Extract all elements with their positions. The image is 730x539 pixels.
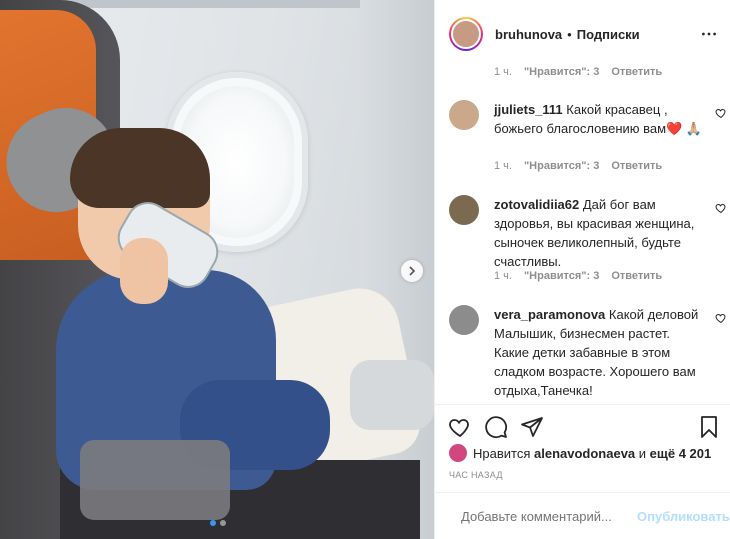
- more-dots-icon: [702, 32, 716, 36]
- comment-item: vera_paramonova Какой деловой Малышик, б…: [449, 305, 726, 398]
- comment-body: vera_paramonova Какой деловой Малышик, б…: [494, 305, 706, 400]
- add-comment-form: Опубликовать: [435, 492, 730, 539]
- likes-summary: Нравится alenavodonaeva и ещё 4 201: [449, 444, 711, 462]
- post-side-panel: bruhunova • Подписки 1 ч. "Нравится": 3 …: [434, 0, 730, 539]
- like-comment-heart-icon[interactable]: [715, 202, 727, 214]
- commenter-username[interactable]: zotovalidiia62: [494, 197, 579, 212]
- carousel-next-button[interactable]: [401, 260, 423, 282]
- commenter-avatar[interactable]: [449, 305, 479, 335]
- comment-input[interactable]: [461, 508, 637, 524]
- comment-body: zotovalidiia62 Дай бог вам здоровья, вы …: [494, 195, 706, 271]
- photo-child-hand: [120, 238, 168, 304]
- comment-meta: 1 ч. "Нравится": 3 Ответить: [494, 270, 662, 282]
- carousel-dot: [210, 520, 216, 526]
- likes-count[interactable]: ещё 4 201: [650, 446, 712, 461]
- comment-likes-count[interactable]: "Нравится": 3: [524, 270, 599, 282]
- separator: •: [567, 26, 572, 42]
- post-timestamp[interactable]: ЧАС НАЗАД: [449, 470, 503, 480]
- like-comment-heart-icon[interactable]: [715, 312, 727, 324]
- publish-button[interactable]: Опубликовать: [637, 509, 730, 524]
- story-ring[interactable]: [449, 17, 483, 51]
- comment-item: zotovalidiia62 Дай бог вам здоровья, вы …: [449, 195, 726, 275]
- save-bookmark-icon[interactable]: [697, 415, 721, 439]
- liker-avatar[interactable]: [449, 444, 467, 462]
- avatar: [451, 19, 481, 49]
- comment-bubble-icon[interactable]: [484, 415, 508, 439]
- likes-prefix: Нравится: [473, 445, 531, 461]
- commenter-username[interactable]: jjuliets_111: [494, 102, 563, 117]
- share-paper-plane-icon[interactable]: [520, 415, 544, 439]
- comment-body: jjuliets_111 Какой красавец , божьего бл…: [494, 100, 706, 138]
- reply-button[interactable]: Ответить: [611, 66, 662, 78]
- comment-likes-count[interactable]: "Нравится": 3: [524, 66, 599, 78]
- carousel-dot: [220, 520, 226, 526]
- reply-button[interactable]: Ответить: [611, 270, 662, 282]
- follow-button[interactable]: Подписки: [577, 27, 640, 42]
- like-heart-icon[interactable]: [448, 415, 472, 439]
- photo-armrest: [350, 360, 434, 430]
- comment-time: 1 ч.: [494, 160, 512, 172]
- comment-likes-count[interactable]: "Нравится": 3: [524, 160, 599, 172]
- like-comment-heart-icon[interactable]: [715, 107, 727, 119]
- commenter-avatar[interactable]: [449, 195, 479, 225]
- carousel-indicators: [210, 520, 226, 526]
- comment-meta: 1 ч. "Нравится": 3 Ответить: [494, 66, 662, 78]
- post-actions-bar: [435, 404, 730, 446]
- reply-button[interactable]: Ответить: [611, 160, 662, 172]
- commenter-avatar[interactable]: [449, 100, 479, 130]
- post-media[interactable]: [0, 0, 434, 539]
- author-username[interactable]: bruhunova: [495, 27, 562, 42]
- comment-time: 1 ч.: [494, 66, 512, 78]
- comment-meta: 1 ч. "Нравится": 3 Ответить: [494, 160, 662, 172]
- commenter-username[interactable]: vera_paramonova: [494, 307, 605, 322]
- post-header: bruhunova • Подписки: [435, 0, 730, 68]
- comments-list[interactable]: 1 ч. "Нравится": 3 Ответить jjuliets_111…: [435, 62, 730, 404]
- liker-username[interactable]: alenavodonaeva: [534, 446, 635, 461]
- photo-bag: [80, 440, 230, 520]
- likes-and: и: [638, 445, 647, 461]
- chevron-right-icon: [409, 266, 416, 276]
- photo-child-hair: [70, 128, 210, 208]
- instagram-post: bruhunova • Подписки 1 ч. "Нравится": 3 …: [0, 0, 730, 539]
- more-options-button[interactable]: [699, 24, 719, 44]
- comment-time: 1 ч.: [494, 270, 512, 282]
